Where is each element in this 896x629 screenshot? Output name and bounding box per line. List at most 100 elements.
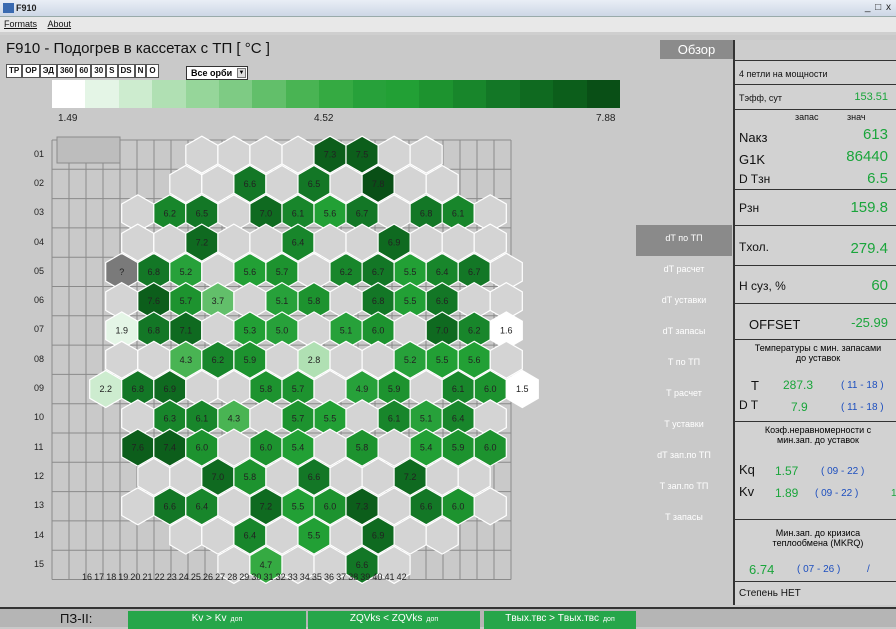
hex-value: 6.1: [196, 413, 209, 423]
teff-value: 153.51: [854, 91, 888, 103]
hex-value: 5.5: [404, 296, 417, 306]
row-label: 14: [34, 529, 45, 540]
hex-value: 6.8: [372, 296, 385, 306]
hex-value: 7.0: [436, 325, 449, 335]
mkrq-position: ( 07 - 26 ): [797, 564, 841, 575]
column-label: 18: [106, 572, 117, 582]
teff-label: Тэфф, сут: [739, 93, 783, 103]
row-label: 15: [34, 558, 45, 569]
view-button[interactable]: T зап.по ТП: [636, 473, 732, 504]
protection-kv[interactable]: Kv > Kv доп: [128, 611, 306, 629]
pzn-label: Pзн: [739, 201, 760, 215]
column-label: 22: [154, 572, 165, 582]
view-button[interactable]: T расчет: [636, 380, 732, 411]
hex-value: 6.3: [164, 413, 177, 423]
hex-value: 5.5: [292, 501, 305, 511]
hsuz-value: 60: [871, 277, 888, 294]
fuel-assembly-hex[interactable]: [473, 487, 507, 526]
hex-value: 6.2: [212, 355, 225, 365]
hex-value: 6.0: [324, 501, 337, 511]
thol-value: 279.4: [850, 240, 888, 257]
overview-button[interactable]: Обзор: [660, 40, 733, 59]
hex-value: 6.6: [308, 472, 321, 482]
hex-value: 6.4: [452, 413, 465, 423]
hex-value: 4.9: [356, 384, 369, 394]
view-button[interactable]: dT по ТП: [636, 225, 732, 256]
row-label: 10: [34, 412, 45, 423]
hex-value: 6.1: [452, 384, 465, 394]
hex-value: 5.5: [436, 355, 449, 365]
hex-value: 6.0: [452, 501, 465, 511]
hex-value: 5.7: [276, 267, 289, 277]
protection-zqvks[interactable]: ZQVks < ZQVks доп: [308, 611, 480, 629]
column-label: 38: [348, 572, 359, 582]
hex-value: 6.2: [164, 208, 177, 218]
hex-value: 6.4: [436, 267, 449, 277]
hex-value: 7.2: [404, 472, 417, 482]
naks-value: 613: [862, 126, 888, 143]
column-label: 23: [166, 572, 177, 582]
hex-value: 5.9: [244, 355, 257, 365]
row-label: 03: [34, 207, 45, 218]
hex-value: 6.4: [292, 238, 305, 248]
hex-value: 7.3: [356, 501, 369, 511]
column-label: 26: [203, 572, 214, 582]
view-button[interactable]: dT уставки: [636, 287, 732, 318]
column-label: 41: [384, 572, 395, 582]
column-label: 35: [311, 572, 322, 582]
hex-value: 6.6: [164, 501, 177, 511]
hex-value: 6.2: [468, 325, 481, 335]
hex-value: 5.8: [308, 296, 321, 306]
hex-value: 5.5: [404, 267, 417, 277]
hex-value: 1.9: [115, 325, 128, 335]
kq-title: Коэф.неравномерности с мин.зап. до устав…: [764, 425, 872, 445]
hex-value: 6.8: [148, 267, 161, 277]
hex-value: 2.2: [99, 384, 112, 394]
hex-value: 7.3: [324, 150, 337, 160]
hex-value: 5.5: [324, 413, 337, 423]
hex-value: 6.9: [164, 384, 177, 394]
column-label: 29: [239, 572, 250, 582]
hex-value: 7.5: [356, 150, 369, 160]
column-label: 32: [275, 572, 286, 582]
view-button[interactable]: T по ТП: [636, 349, 732, 380]
thol-label: Tхол.: [739, 240, 769, 254]
dt-value: 7.9: [791, 400, 808, 414]
hex-value: 6.8: [420, 208, 433, 218]
hex-value: 7.6: [148, 296, 161, 306]
hex-value: 6.0: [260, 443, 273, 453]
view-button[interactable]: dT расчет: [636, 256, 732, 287]
protection-zqvks-sub: доп: [426, 616, 439, 623]
hex-value: 7.4: [164, 443, 177, 453]
column-label: 36: [324, 572, 335, 582]
row-label: 08: [34, 353, 45, 364]
kv-value: 1.89: [775, 486, 799, 500]
hex-value: 5.8: [356, 443, 369, 453]
view-button[interactable]: T уставки: [636, 411, 732, 442]
row-label: 07: [34, 324, 45, 335]
column-label: 34: [299, 572, 310, 582]
protection-tout[interactable]: Tвых.твс > Tвых.твс доп: [484, 611, 636, 629]
hex-value: 3.7: [212, 296, 225, 306]
view-button[interactable]: T запасы: [636, 504, 732, 535]
row-label: 13: [34, 500, 45, 511]
view-button[interactable]: dT запасы: [636, 318, 732, 349]
hex-value: 4.7: [260, 560, 273, 570]
protection-zqvks-text: ZQVks < ZQVks: [349, 613, 423, 624]
protection-kv-sub: доп: [230, 616, 243, 623]
hex-value: 7.2: [260, 501, 273, 511]
hex-value: 6.7: [356, 208, 369, 218]
mkrq-extra: /: [867, 564, 870, 575]
protection-label: ПЗ-II:: [60, 611, 93, 626]
hex-value: 6.0: [484, 443, 497, 453]
column-label: 19: [118, 572, 129, 582]
column-label: 27: [215, 572, 226, 582]
hex-value: 7.6: [132, 443, 145, 453]
hex-value: 6.7: [468, 267, 481, 277]
hex-value: 6.0: [484, 384, 497, 394]
view-button[interactable]: dT зап.по ТП: [636, 442, 732, 473]
hex-value: 5.2: [404, 355, 417, 365]
hex-value: 5.1: [340, 325, 353, 335]
fuel-assembly-hex[interactable]: [121, 487, 155, 526]
window-controls[interactable]: _ □ x: [865, 2, 892, 13]
